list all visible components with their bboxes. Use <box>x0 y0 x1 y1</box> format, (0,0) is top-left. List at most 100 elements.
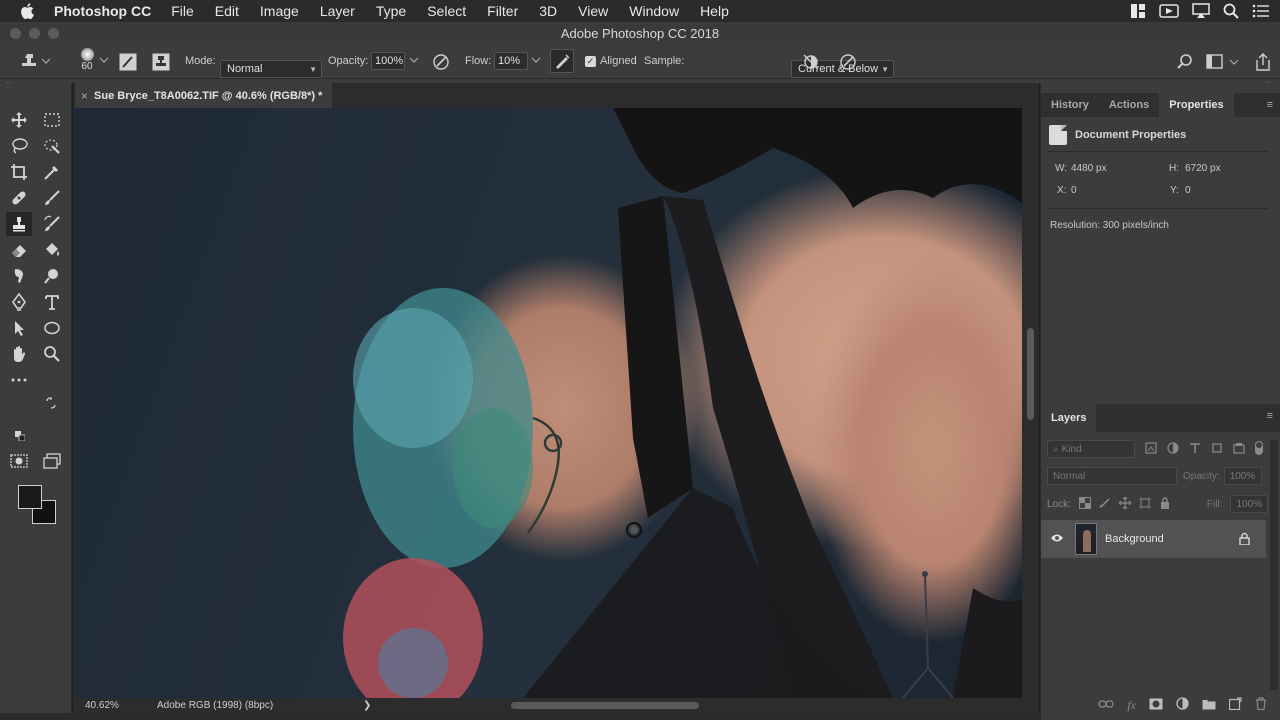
eye-visibility-icon[interactable] <box>1050 533 1064 546</box>
eyedropper-tool-icon[interactable] <box>39 160 65 184</box>
close-window-button[interactable] <box>10 28 21 39</box>
swap-colors-icon[interactable] <box>44 396 58 410</box>
window-tile-icon[interactable] <box>1130 3 1146 19</box>
dodge-tool-icon[interactable] <box>39 264 65 288</box>
pixel-filter-icon[interactable] <box>1145 441 1157 457</box>
tab-history[interactable]: History <box>1041 93 1099 117</box>
brush-tool-icon[interactable] <box>39 186 65 210</box>
vertical-scrollbar[interactable] <box>1022 108 1039 698</box>
ignore-adjustment-layers-icon[interactable] <box>801 52 821 72</box>
layer-kind-filter[interactable]: ⌕ Kind <box>1047 440 1135 458</box>
rectangular-marquee-tool-icon[interactable] <box>39 108 65 132</box>
status-menu-arrow-icon[interactable]: ❯ <box>363 700 371 711</box>
tab-properties[interactable]: Properties <box>1159 93 1234 117</box>
foreground-color-swatch[interactable] <box>18 485 42 509</box>
x-value[interactable]: 0 <box>1071 185 1077 196</box>
layer-name[interactable]: Background <box>1105 533 1164 545</box>
zoom-level[interactable]: 40.62% <box>73 698 133 713</box>
menu-filter[interactable]: Filter <box>487 3 518 19</box>
ellipse-tool-icon[interactable] <box>39 316 65 340</box>
minimize-window-button[interactable] <box>29 28 40 39</box>
add-mask-icon[interactable] <box>1149 698 1163 713</box>
shape-filter-icon[interactable] <box>1211 442 1223 457</box>
healing-brush-tool-icon[interactable] <box>6 186 32 210</box>
airplay-icon[interactable] <box>1192 3 1210 19</box>
menu-view[interactable]: View <box>578 3 608 19</box>
aligned-option[interactable]: ✓ Aligned <box>585 55 637 67</box>
tab-layers[interactable]: Layers <box>1041 404 1097 432</box>
adjustment-filter-icon[interactable] <box>1167 441 1179 457</box>
mode-dropdown[interactable]: Normal ▼ <box>220 59 322 78</box>
link-layers-icon[interactable] <box>1098 699 1114 712</box>
smart-object-filter-icon[interactable] <box>1233 442 1245 457</box>
fill-input[interactable]: 100% <box>1230 495 1269 513</box>
document-tab[interactable]: × Sue Bryce_T8A0062.TIF @ 40.6% (RGB/8*)… <box>75 83 333 108</box>
aligned-checkbox[interactable]: ✓ <box>585 55 596 67</box>
type-tool-icon[interactable] <box>39 290 65 314</box>
menu-edit[interactable]: Edit <box>215 3 239 19</box>
move-tool-icon[interactable] <box>6 108 32 132</box>
quick-mask-icon[interactable] <box>6 449 32 473</box>
lock-all-icon[interactable] <box>1159 496 1171 512</box>
path-selection-tool-icon[interactable] <box>6 316 32 340</box>
spotlight-search-icon[interactable] <box>1223 3 1239 19</box>
app-menu[interactable]: Photoshop CC <box>54 3 151 19</box>
hand-tool-icon[interactable] <box>6 342 32 366</box>
new-layer-icon[interactable] <box>1228 697 1242 713</box>
brush-picker-caret[interactable] <box>100 57 108 63</box>
delete-layer-icon[interactable] <box>1255 697 1267 713</box>
pressure-opacity-icon[interactable] <box>431 52 451 72</box>
clone-source-icon[interactable] <box>152 53 170 71</box>
filter-toggle-icon[interactable] <box>1255 440 1263 458</box>
height-value[interactable]: 6720 px <box>1185 163 1221 174</box>
blend-mode-dropdown[interactable]: Normal <box>1047 467 1177 485</box>
edit-toolbar-icon[interactable] <box>6 368 32 392</box>
airbrush-toggle[interactable] <box>550 49 574 73</box>
clone-stamp-tool-icon[interactable] <box>6 212 32 236</box>
flow-input[interactable]: 10% <box>494 52 528 70</box>
layer-opacity-input[interactable]: 100% <box>1223 467 1262 485</box>
workspace-switcher-icon[interactable] <box>1206 53 1240 71</box>
layer-row-background[interactable]: Background <box>1041 520 1266 558</box>
opacity-slider-caret[interactable] <box>410 57 418 63</box>
layer-style-fx-icon[interactable]: fx <box>1127 698 1136 713</box>
menu-image[interactable]: Image <box>260 3 299 19</box>
menu-type[interactable]: Type <box>376 3 406 19</box>
panel-menu-icon[interactable]: ≡ <box>1267 99 1273 111</box>
tool-preset-picker[interactable] <box>20 52 50 70</box>
y-value[interactable]: 0 <box>1185 185 1191 196</box>
tab-actions[interactable]: Actions <box>1099 93 1159 117</box>
lasso-tool-icon[interactable] <box>6 134 32 158</box>
lock-pixels-icon[interactable] <box>1099 497 1111 512</box>
menu-select[interactable]: Select <box>427 3 466 19</box>
menu-window[interactable]: Window <box>629 3 679 19</box>
pen-tool-icon[interactable] <box>6 290 32 314</box>
lock-artboard-icon[interactable] <box>1138 496 1151 512</box>
lock-position-icon[interactable] <box>1118 496 1132 512</box>
screen-mode-icon[interactable] <box>39 449 65 473</box>
eraser-tool-icon[interactable] <box>6 238 32 262</box>
smudge-tool-icon[interactable] <box>6 264 32 288</box>
flow-slider-caret[interactable] <box>532 57 540 63</box>
paint-bucket-tool-icon[interactable] <box>39 238 65 262</box>
new-group-icon[interactable] <box>1202 698 1216 713</box>
panel-menu-icon[interactable]: ≡ <box>1267 410 1273 422</box>
document-canvas[interactable] <box>73 108 1022 698</box>
zoom-window-button[interactable] <box>48 28 59 39</box>
zoom-tool-icon[interactable] <box>39 342 65 366</box>
opacity-input[interactable]: 100% <box>371 52 405 70</box>
share-icon[interactable] <box>1254 52 1272 72</box>
layers-scrollbar[interactable] <box>1270 440 1278 690</box>
layer-lock-icon[interactable] <box>1239 532 1250 548</box>
vertical-scroll-thumb[interactable] <box>1027 328 1034 420</box>
default-colors-icon[interactable] <box>14 430 26 442</box>
menu-help[interactable]: Help <box>700 3 729 19</box>
brush-settings-icon[interactable] <box>119 53 137 71</box>
new-adjustment-layer-icon[interactable] <box>1176 697 1189 713</box>
facetime-icon[interactable] <box>1159 4 1179 18</box>
brush-preset-picker[interactable]: 60 <box>76 48 96 72</box>
pressure-size-icon[interactable] <box>838 52 858 72</box>
apple-icon[interactable] <box>20 3 40 19</box>
search-icon[interactable] <box>1176 53 1194 71</box>
history-brush-tool-icon[interactable] <box>39 212 65 236</box>
